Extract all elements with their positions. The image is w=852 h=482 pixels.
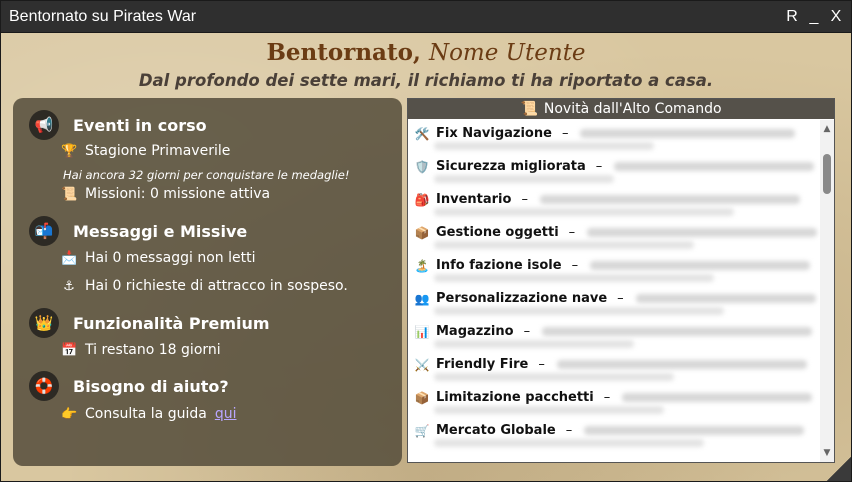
- cart-icon: 🛒: [414, 423, 430, 438]
- news-item: 📦 Gestione oggetti –: [414, 219, 820, 252]
- missions-row: 📜 Missioni: 0 missione attiva: [61, 186, 270, 202]
- news-item: 👥 Personalizzazione nave –: [414, 285, 820, 318]
- lifebuoy-icon: 🛟: [29, 371, 59, 401]
- mailbox-icon: 📬: [29, 216, 59, 246]
- news-item-title: Friendly Fire: [436, 357, 529, 372]
- news-item: ⚔️ Friendly Fire –: [414, 351, 820, 384]
- unread-messages-label: Hai 0 messaggi non letti: [85, 250, 256, 266]
- news-scrollbar[interactable]: ▲ ▼: [820, 120, 834, 462]
- page-subtitle: Dal profondo dei sette mari, il richiamo…: [138, 71, 714, 90]
- news-item-title: Limitazione pacchetti: [436, 390, 594, 405]
- news-header: 📜 Novità dall'Alto Comando: [408, 99, 834, 119]
- help-section-head: 🛟 Bisogno di aiuto?: [29, 371, 229, 401]
- island-icon: 🏝️: [414, 258, 430, 273]
- news-header-label: Novità dall'Alto Comando: [543, 101, 722, 117]
- news-item-title: Info fazione isole: [436, 258, 562, 273]
- close-button[interactable]: X: [829, 8, 843, 26]
- r-button[interactable]: R: [785, 8, 799, 26]
- package-icon: 📦: [414, 390, 430, 405]
- resize-grip[interactable]: [827, 457, 851, 481]
- premium-section-head: 👑 Funzionalità Premium: [29, 308, 270, 338]
- news-item-title: Sicurezza migliorata: [436, 159, 586, 174]
- page-title: Bentornato, Nome Utente: [1, 39, 851, 66]
- help-title: Bisogno di aiuto?: [73, 376, 229, 396]
- missions-label: Missioni: 0 missione attiva: [85, 186, 271, 202]
- calendar-icon: 📅: [61, 342, 78, 358]
- welcome-window: Bentornato su Pirates War R _ X Bentorna…: [0, 0, 852, 482]
- box-icon: 📦: [414, 225, 430, 240]
- events-section-head: 📢 Eventi in corso: [29, 110, 207, 140]
- username: Nome Utente: [428, 40, 586, 66]
- premium-days-row: 📅 Ti restano 18 giorni: [61, 342, 221, 358]
- scroll-thumb[interactable]: [823, 154, 831, 194]
- season-note: Hai ancora 32 giorni per conquistare le …: [63, 168, 350, 182]
- news-item: 📊 Magazzino –: [414, 318, 820, 351]
- envelope-icon: 📩: [61, 250, 78, 266]
- messages-section-head: 📬 Messaggi e Missive: [29, 216, 247, 246]
- chart-icon: 📊: [414, 324, 430, 339]
- trophy-icon: 🏆: [61, 143, 78, 159]
- news-item: 🛠️ Fix Navigazione –: [414, 120, 820, 153]
- people-icon: 👥: [414, 291, 430, 306]
- shield-icon: 🛡️: [414, 159, 430, 174]
- help-row: 👉 Consulta la guida qui: [61, 406, 236, 422]
- tools-icon: 🛠️: [414, 126, 430, 141]
- backpack-icon: 🎒: [414, 192, 430, 207]
- news-item-title: Fix Navigazione: [436, 126, 552, 141]
- scroll-up-arrow-icon[interactable]: ▲: [820, 122, 834, 136]
- news-item-title: Magazzino: [436, 324, 514, 339]
- scroll-icon: 📜: [520, 101, 538, 117]
- window-controls: R _ X: [785, 8, 843, 26]
- docking-requests-row: ⚓ Hai 0 richieste di attracco in sospeso…: [61, 278, 348, 294]
- docking-requests-label: Hai 0 richieste di attracco in sospeso.: [85, 278, 348, 294]
- swords-icon: ⚔️: [414, 357, 430, 372]
- megaphone-icon: 📢: [29, 110, 59, 140]
- titlebar[interactable]: Bentornato su Pirates War R _ X: [1, 1, 851, 33]
- news-item-title: Mercato Globale: [436, 423, 556, 438]
- events-title: Eventi in corso: [73, 115, 207, 135]
- news-list[interactable]: 🛠️ Fix Navigazione – 🛡️ Sicurezza migliorat…: [408, 120, 820, 462]
- guide-link[interactable]: qui: [215, 406, 237, 422]
- news-item: 📦 Limitazione pacchetti –: [414, 384, 820, 417]
- news-item: 🎒 Inventario –: [414, 186, 820, 219]
- season-row: 🏆 Stagione Primaverile: [61, 143, 230, 159]
- news-item: 🛒 Mercato Globale –: [414, 417, 820, 450]
- news-item-title: Inventario: [436, 192, 512, 207]
- minimize-button[interactable]: _: [807, 8, 821, 26]
- help-text: Consulta la guida: [85, 406, 207, 422]
- premium-days-label: Ti restano 18 giorni: [85, 342, 221, 358]
- unread-messages-row: 📩 Hai 0 messaggi non letti: [61, 250, 255, 266]
- messages-title: Messaggi e Missive: [73, 221, 248, 241]
- window-title: Bentornato su Pirates War: [9, 7, 197, 25]
- welcome-text: Bentornato,: [266, 39, 421, 66]
- news-item: 🛡️ Sicurezza migliorata –: [414, 153, 820, 186]
- season-label: Stagione Primaverile: [85, 143, 231, 159]
- news-item: 🏝️ Info fazione isole –: [414, 252, 820, 285]
- pointing-hand-icon: 👉: [61, 406, 78, 422]
- news-item-title: Gestione oggetti: [436, 225, 559, 240]
- anchor-icon: ⚓: [63, 278, 75, 294]
- scroll-icon: 📜: [61, 186, 78, 202]
- crown-icon: 👑: [29, 308, 59, 338]
- status-panel: 📢 Eventi in corso 🏆 Stagione Primaverile…: [13, 98, 402, 466]
- news-panel: 📜 Novità dall'Alto Comando 🛠️ Fix Navigaz…: [407, 98, 835, 463]
- premium-title: Funzionalità Premium: [73, 313, 270, 333]
- news-item-title: Personalizzazione nave: [436, 291, 608, 306]
